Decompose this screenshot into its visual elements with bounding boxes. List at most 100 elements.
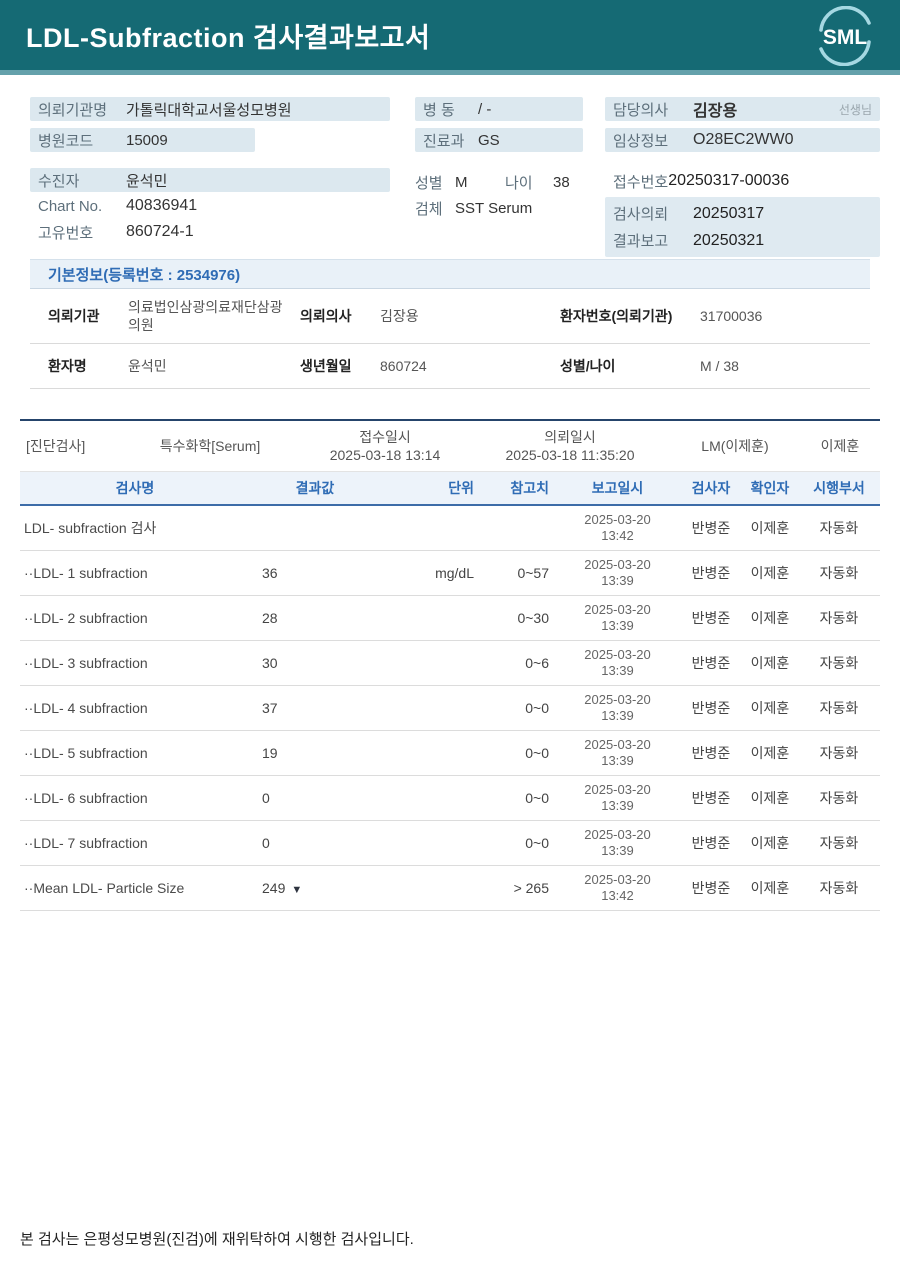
org-label: 의뢰기관명 <box>38 101 108 119</box>
verifier-name: 이제훈 <box>750 655 790 671</box>
performing-dept: 자동화 <box>819 520 859 536</box>
referring-doctor-value: 김장용 <box>380 307 419 324</box>
result-date-value: 20250321 <box>693 231 765 249</box>
tester-name: 반병준 <box>691 565 731 581</box>
test-name: ··LDL- 2 subfraction <box>24 610 148 626</box>
basic-info-title: 기본정보(등록번호 : 2534976) <box>30 259 870 289</box>
reported-at: 2025-03-20 13:39 <box>584 736 651 768</box>
demographics-column: 성별 M 나이 38 검체 SST Serum <box>415 170 605 222</box>
received-at-label: 접수일시 <box>359 428 411 445</box>
verifier-name: 이제훈 <box>750 565 790 581</box>
test-category: [진단검사] <box>26 438 86 454</box>
basic-info-row: 환자명 윤석민 생년월일 860724 성별/나이 M / 38 <box>30 344 870 389</box>
result-row: ··Mean LDL- Particle Size 249 ▼ > 265 202… <box>20 866 880 911</box>
result-row: ··LDL- 4 subfraction 37 0~0 2025-03-20 13… <box>20 686 880 731</box>
reference-range: > 265 <box>513 880 549 896</box>
sex-age-label: 성별/나이 <box>560 358 616 374</box>
dates-column: 접수번호 20250317-00036 검사의뢰 20250317 결과보고 2… <box>605 168 880 257</box>
result-value: 37 <box>262 700 278 716</box>
tester-name: 반병준 <box>691 655 731 671</box>
basic-info-row: 의뢰기관 의료법인삼광의료재단삼광의원 의뢰의사 김장용 환자번호(의뢰기관) … <box>30 289 870 344</box>
hospital-code-label: 병원코드 <box>38 132 94 150</box>
result-row: ··LDL- 2 subfraction 28 0~30 2025-03-20 1… <box>20 596 880 641</box>
result-value <box>250 520 380 536</box>
result-value: 36 <box>262 565 278 581</box>
doctor-column: 담당의사 김장용 선생님 임상정보 O28EC2WW0 <box>605 97 880 159</box>
requested-at-label: 의뢰일시 <box>544 428 596 445</box>
requested-at: 의뢰일시 2025-03-18 11:35:20 <box>470 428 670 464</box>
col-unit: 단위 <box>448 480 474 496</box>
test-name: LDL- subfraction 검사 <box>24 520 157 536</box>
test-name: ··LDL- 6 subfraction <box>24 790 148 806</box>
reference-range: 0~0 <box>525 835 549 851</box>
verifier-name: 이제훈 <box>750 700 790 716</box>
result-date-label: 결과보고 <box>613 233 669 250</box>
performing-dept: 자동화 <box>819 745 859 761</box>
test-panel: 특수화학[Serum] <box>159 438 261 454</box>
col-test-name: 검사명 <box>115 480 155 496</box>
test-name: ··LDL- 1 subfraction <box>24 565 148 581</box>
test-name: ··Mean LDL- Particle Size <box>24 880 185 896</box>
tester-name: 반병준 <box>691 880 731 896</box>
reported-at: 2025-03-20 13:42 <box>584 511 651 543</box>
ward-value: / - <box>478 100 492 118</box>
tester-name: 반병준 <box>691 745 731 761</box>
patient-column: 수진자 윤석민 Chart No. 40836941 고유번호 860724-1 <box>30 168 390 246</box>
received-at-value: 2025-03-18 13:14 <box>329 447 441 463</box>
tester-name: 반병준 <box>691 835 731 851</box>
result-rows: LDL- subfraction 검사 2025-03-20 13:42 반병준 … <box>20 506 880 911</box>
receipt-no-value: 20250317-00036 <box>668 172 790 189</box>
doctor-honorific: 선생님 <box>838 102 872 117</box>
result-row: ··LDL- 6 subfraction 0 0~0 2025-03-20 13:… <box>20 776 880 821</box>
birthdate-value: 860724 <box>380 357 427 374</box>
result-row: ··LDL- 7 subfraction 0 0~0 2025-03-20 13:… <box>20 821 880 866</box>
reference-range: 0~0 <box>525 700 549 716</box>
sex-label: 성별 <box>415 174 443 192</box>
verifier-name: 이제훈 <box>750 790 790 806</box>
header: LDL-Subfraction 검사결과보고서 SML <box>0 0 900 70</box>
unit: mg/dL <box>435 565 474 581</box>
performing-dept: 자동화 <box>819 790 859 806</box>
order-date-value: 20250317 <box>693 204 765 222</box>
result-row: ··LDL- 5 subfraction 19 0~0 2025-03-20 13… <box>20 731 880 776</box>
patient-label: 수진자 <box>38 172 80 190</box>
department-label: 진료과 <box>423 132 465 150</box>
tester-name: 반병준 <box>691 790 731 806</box>
reported-at: 2025-03-20 13:39 <box>584 691 651 723</box>
performing-dept: 자동화 <box>819 610 859 626</box>
result-row: ··LDL- 3 subfraction 30 0~6 2025-03-20 13… <box>20 641 880 686</box>
info-row-result-date: 결과보고 20250321 <box>613 227 872 254</box>
clinical-info-label: 임상정보 <box>613 132 669 150</box>
footer-note: 본 검사는 은평성모병원(진검)에 재위탁하여 시행한 검사입니다. <box>20 1231 414 1248</box>
verifier-name: 이제훈 <box>750 610 790 626</box>
result-row: LDL- subfraction 검사 2025-03-20 13:42 반병준 … <box>20 506 880 551</box>
col-reported-at: 보고일시 <box>591 480 644 496</box>
reported-at: 2025-03-20 13:39 <box>584 781 651 813</box>
requested-at-value: 2025-03-18 11:35:20 <box>505 447 635 463</box>
report-page: LDL-Subfraction 검사결과보고서 SML 의뢰기관명 가톨릭대학교… <box>0 0 900 1271</box>
ward-label: 병 동 <box>423 101 455 119</box>
result-value: 0 <box>262 790 270 806</box>
tester-name: 반병준 <box>691 520 731 536</box>
basic-info-section: 기본정보(등록번호 : 2534976) 의뢰기관 의료법인삼광의료재단삼광의원… <box>30 259 870 389</box>
receipt-no-label: 접수번호 <box>613 173 669 191</box>
performing-dept: 자동화 <box>819 880 859 896</box>
performing-dept: 자동화 <box>819 565 859 581</box>
info-row-ward: 병 동 / - <box>415 97 583 121</box>
info-row-specimen: 검체 SST Serum <box>415 196 605 220</box>
org-value: 가톨릭대학교서울성모병원 <box>126 101 292 119</box>
reference-range: 0~0 <box>525 790 549 806</box>
info-row-hospital-code: 병원코드 15009 <box>30 128 255 152</box>
unique-no-value: 860724-1 <box>126 223 194 240</box>
lm-reviewer: LM(이제훈) <box>701 438 769 454</box>
page-title: LDL-Subfraction 검사결과보고서 <box>26 22 431 53</box>
info-row-clinical: 임상정보 O28EC2WW0 <box>605 128 880 152</box>
specimen-label: 검체 <box>415 200 443 218</box>
col-dept: 시행부서 <box>813 480 865 496</box>
result-row: ··LDL- 1 subfraction 36 mg/dL 0~57 2025-… <box>20 551 880 596</box>
test-name: ··LDL- 5 subfraction <box>24 745 148 761</box>
info-row-org: 의뢰기관명 가톨릭대학교서울성모병원 <box>30 97 390 121</box>
performing-dept: 자동화 <box>819 655 859 671</box>
chart-no-value: 40836941 <box>126 197 198 214</box>
col-tester: 검사자 <box>691 480 731 496</box>
